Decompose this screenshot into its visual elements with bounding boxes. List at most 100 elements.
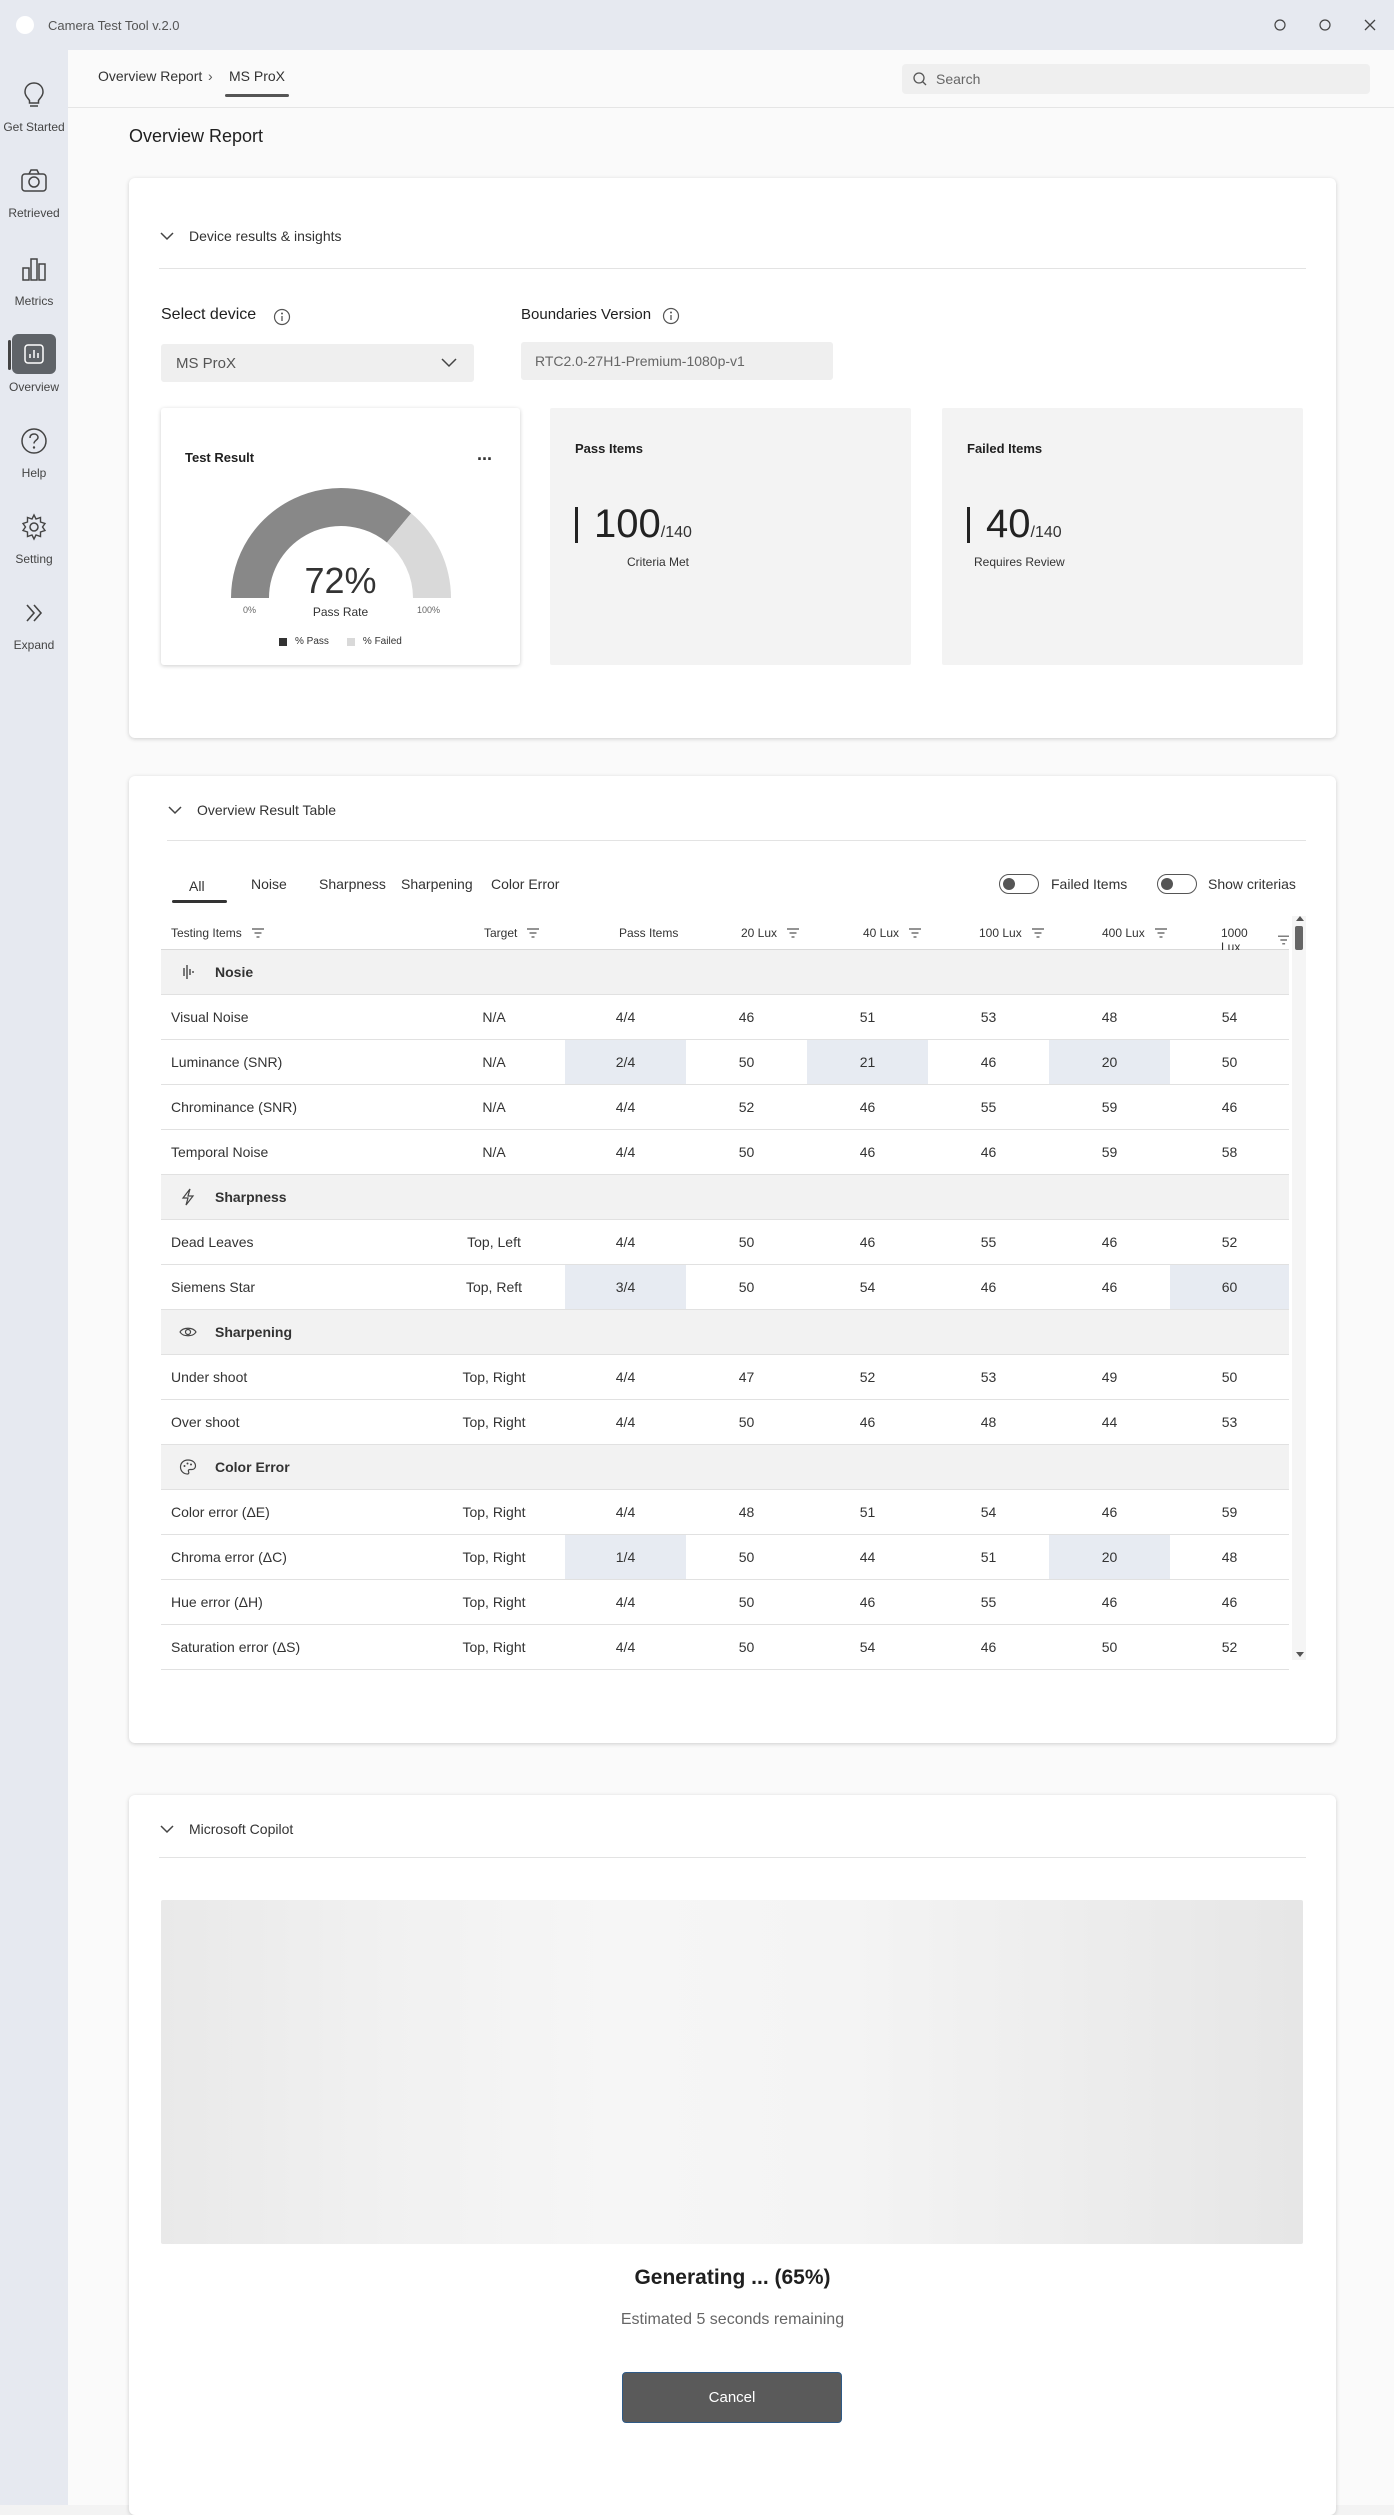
scroll-up-icon[interactable] bbox=[1296, 916, 1304, 921]
close-icon[interactable] bbox=[1350, 0, 1390, 50]
rail-item-retrieved[interactable]: Retrieved bbox=[0, 154, 68, 224]
device-dropdown[interactable]: MS ProX bbox=[161, 344, 474, 382]
search-box[interactable] bbox=[902, 64, 1370, 94]
info-icon[interactable] bbox=[273, 308, 291, 326]
pass-items-panel: Pass Items 100 /140 Criteria Met bbox=[550, 408, 911, 665]
gauge-legend: % Pass % Failed bbox=[279, 636, 402, 647]
filter-icon[interactable] bbox=[1277, 935, 1289, 945]
show-criterias-toggle[interactable] bbox=[1157, 874, 1197, 894]
palette-icon bbox=[179, 1459, 197, 1475]
table-row[interactable]: Saturation error (ΔS) Top, Right 4/4 50 54 46… bbox=[161, 1625, 1289, 1670]
column-header-pass-items[interactable]: Pass Items bbox=[619, 926, 678, 940]
rail-label: Overview bbox=[8, 380, 59, 394]
cancel-button[interactable]: Cancel bbox=[622, 2372, 842, 2423]
column-label: 20 Lux bbox=[741, 926, 778, 940]
column-header-40-lux[interactable]: 40 Lux bbox=[863, 926, 922, 940]
minimize-icon[interactable] bbox=[1260, 0, 1300, 50]
table-scrollbar[interactable] bbox=[1292, 916, 1306, 1660]
table-cell: 46 bbox=[1101, 1234, 1118, 1250]
table-group-row[interactable]: Sharpness bbox=[161, 1175, 1289, 1220]
table-group-row[interactable]: Sharpening bbox=[161, 1310, 1289, 1355]
failed-items-metric: 40 /140 bbox=[967, 502, 1062, 547]
divider bbox=[159, 268, 1306, 269]
table-cell: 2/4 bbox=[565, 1040, 686, 1084]
table-row[interactable]: Luminance (SNR) N/A 2/4 50 21 46 20 50 bbox=[161, 1040, 1289, 1085]
table-row[interactable]: Visual Noise N/A 4/4 46 51 53 48 54 bbox=[161, 995, 1289, 1040]
table-group-row[interactable]: Color Error bbox=[161, 1445, 1289, 1490]
table-cell: 49 bbox=[1101, 1369, 1118, 1385]
info-icon[interactable] bbox=[662, 307, 680, 325]
rail-item-expand[interactable]: Expand bbox=[0, 586, 68, 656]
tab-all[interactable]: All bbox=[189, 878, 205, 894]
search-input[interactable] bbox=[936, 71, 1336, 87]
gauge-max-label: 100% bbox=[417, 605, 441, 615]
search-icon bbox=[913, 72, 927, 86]
table-row[interactable]: Temporal Noise N/A 4/4 50 46 46 59 58 bbox=[161, 1130, 1289, 1175]
table-row[interactable]: Chroma error (ΔC) Top, Right 1/4 50 44 51 20 48 bbox=[161, 1535, 1289, 1580]
rail-item-get-started[interactable]: Get Started bbox=[0, 68, 68, 138]
table-cell: Top, Right bbox=[462, 1594, 526, 1610]
metric-bar bbox=[967, 506, 970, 543]
table-cell: N/A bbox=[482, 1054, 506, 1070]
breadcrumb-root[interactable]: Overview Report bbox=[98, 68, 202, 84]
table-row[interactable]: Color error (ΔE) Top, Right 4/4 48 51 54 46 59 bbox=[161, 1490, 1289, 1535]
table-row[interactable]: Siemens Star Top, Reft 3/4 50 54 46 46 60 bbox=[161, 1265, 1289, 1310]
table-cell: Saturation error (ΔS) bbox=[171, 1639, 301, 1655]
column-header-testing-items[interactable]: Testing Items bbox=[171, 926, 264, 940]
table-cell: 46 bbox=[859, 1234, 876, 1250]
rail-item-setting[interactable]: Setting bbox=[0, 500, 68, 570]
table-cell: 52 bbox=[1221, 1234, 1238, 1250]
scroll-down-icon[interactable] bbox=[1296, 1652, 1304, 1657]
table-cell: 44 bbox=[859, 1549, 876, 1565]
tab-noise[interactable]: Noise bbox=[251, 876, 287, 892]
table-section-header[interactable]: Overview Result Table bbox=[167, 802, 336, 818]
filter-icon[interactable] bbox=[909, 928, 922, 938]
table-cell: Chroma error (ΔC) bbox=[171, 1549, 287, 1565]
filter-icon[interactable] bbox=[1154, 928, 1167, 938]
table-row[interactable]: Dead Leaves Top, Left 4/4 50 46 55 46 52 bbox=[161, 1220, 1289, 1265]
pass-items-value: 100 bbox=[594, 502, 661, 546]
table-cell: 48 bbox=[1101, 1009, 1118, 1025]
scroll-thumb[interactable] bbox=[1295, 926, 1303, 950]
column-header-400-lux[interactable]: 400 Lux bbox=[1102, 926, 1167, 940]
column-header-20-lux[interactable]: 20 Lux bbox=[741, 926, 800, 940]
table-cell: 50 bbox=[738, 1594, 755, 1610]
rail-item-overview[interactable]: Overview bbox=[0, 324, 68, 394]
tab-sharpening[interactable]: Sharpening bbox=[401, 876, 473, 892]
group-name: Nosie bbox=[215, 964, 254, 980]
table-cell: 52 bbox=[859, 1369, 876, 1385]
breadcrumb-current[interactable]: MS ProX bbox=[229, 68, 285, 84]
table-group-row[interactable]: Nosie bbox=[161, 950, 1289, 995]
device-dropdown-value: MS ProX bbox=[176, 354, 237, 372]
column-header-target[interactable]: Target bbox=[484, 926, 540, 940]
table-row[interactable]: Over shoot Top, Right 4/4 50 46 48 44 53 bbox=[161, 1400, 1289, 1445]
table-row[interactable]: Hue error (ΔH) Top, Right 4/4 50 46 55 46 46 bbox=[161, 1580, 1289, 1625]
filter-icon[interactable] bbox=[251, 928, 264, 938]
rail-item-help[interactable]: Help bbox=[0, 414, 68, 484]
rail-item-metrics[interactable]: Metrics bbox=[0, 242, 68, 312]
more-options-button[interactable]: ... bbox=[477, 444, 492, 465]
table-cell: Siemens Star bbox=[171, 1279, 256, 1295]
rail-label: Help bbox=[21, 466, 47, 480]
maximize-icon[interactable] bbox=[1305, 0, 1345, 50]
table-cell: 4/4 bbox=[615, 1144, 636, 1160]
table-cell: 48 bbox=[738, 1504, 755, 1520]
insights-section-header[interactable]: Device results & insights bbox=[159, 228, 342, 244]
failed-items-toggle[interactable] bbox=[999, 874, 1039, 894]
estimated-time: Estimated 5 seconds remaining bbox=[620, 2311, 845, 2328]
tab-sharpness[interactable]: Sharpness bbox=[319, 876, 386, 892]
table-cell: Luminance (SNR) bbox=[171, 1054, 283, 1070]
table-row[interactable]: Under shoot Top, Right 4/4 47 52 53 49 50 bbox=[161, 1355, 1289, 1400]
table-cell: 46 bbox=[1101, 1594, 1118, 1610]
filter-icon[interactable] bbox=[787, 928, 800, 938]
table-cell: 54 bbox=[980, 1504, 997, 1520]
filter-icon[interactable] bbox=[1031, 928, 1044, 938]
filter-icon[interactable] bbox=[527, 928, 540, 938]
failed-items-caption: Requires Review bbox=[974, 555, 1065, 569]
table-row[interactable]: Chrominance (SNR) N/A 4/4 52 46 55 59 46 bbox=[161, 1085, 1289, 1130]
tab-color-error[interactable]: Color Error bbox=[491, 876, 559, 892]
copilot-section-header[interactable]: Microsoft Copilot bbox=[159, 1821, 293, 1837]
title-bar: Camera Test Tool v.2.0 bbox=[0, 0, 1394, 50]
chevron-down-icon bbox=[160, 1825, 174, 1834]
column-header-100-lux[interactable]: 100 Lux bbox=[979, 926, 1044, 940]
